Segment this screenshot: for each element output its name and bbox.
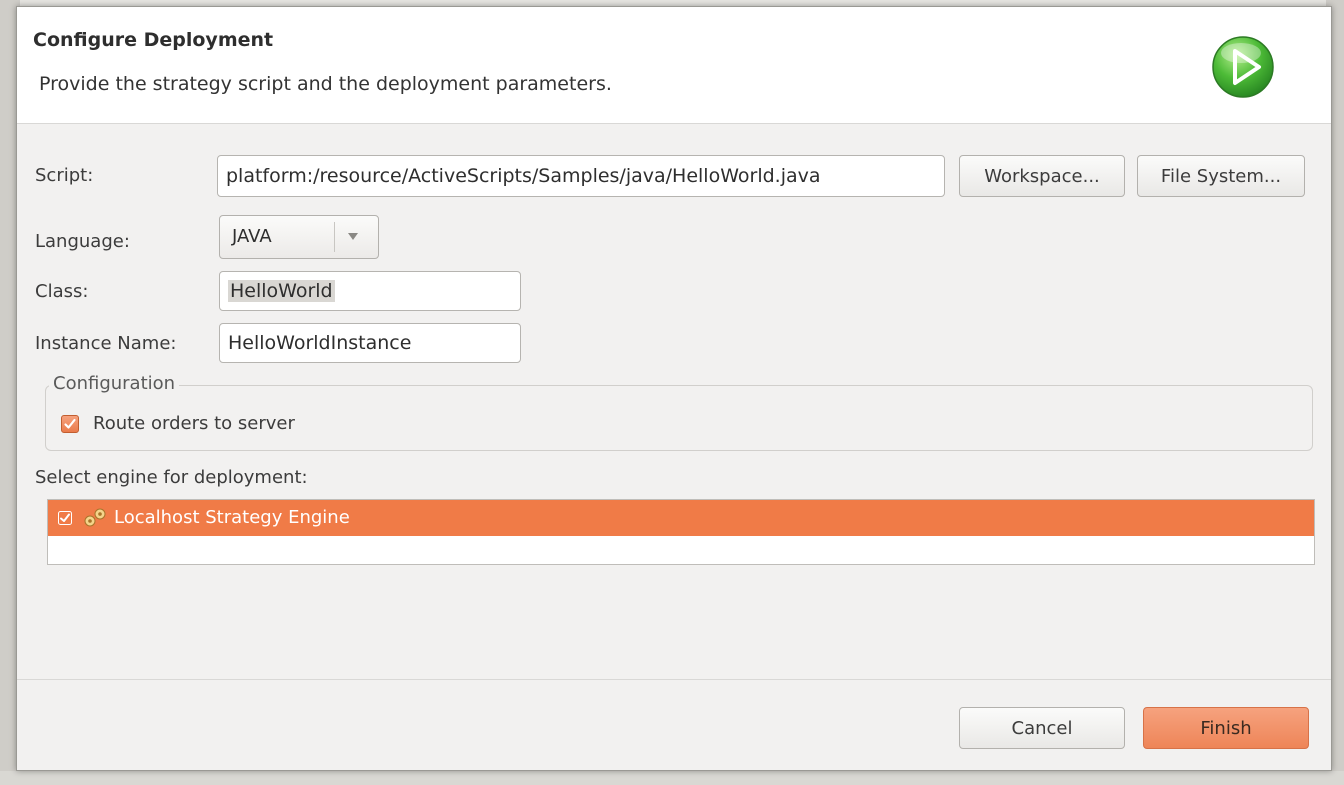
class-value: HelloWorld (228, 280, 335, 302)
dialog-header: Configure Deployment Provide the strateg… (17, 7, 1331, 124)
instance-name-label: Instance Name: (35, 333, 177, 354)
dialog-title: Configure Deployment (33, 29, 274, 51)
chevron-down-icon (348, 233, 358, 240)
list-item[interactable]: Localhost Strategy Engine (48, 500, 1314, 536)
play-icon (1212, 36, 1274, 98)
footer-separator (17, 679, 1331, 680)
dialog-description: Provide the strategy script and the depl… (39, 73, 612, 95)
workspace-button[interactable]: Workspace... (959, 155, 1125, 197)
engine-list[interactable]: Localhost Strategy Engine (47, 499, 1315, 565)
script-label: Script: (35, 165, 94, 186)
configuration-group-title: Configuration (49, 373, 180, 394)
engine-select-label: Select engine for deployment: (35, 467, 308, 488)
script-value: platform:/resource/ActiveScripts/Samples… (226, 165, 821, 187)
language-value: JAVA (232, 226, 272, 247)
language-label: Language: (35, 231, 130, 252)
file-system-button[interactable]: File System... (1137, 155, 1305, 197)
language-select[interactable]: JAVA (219, 215, 379, 259)
instance-name-field[interactable]: HelloWorldInstance (219, 323, 521, 363)
background-window-bottom (0, 771, 1344, 785)
engine-item-label: Localhost Strategy Engine (114, 507, 350, 528)
gears-icon (84, 508, 106, 527)
configure-deployment-dialog: Configure Deployment Provide the strateg… (16, 6, 1332, 771)
cancel-button[interactable]: Cancel (959, 707, 1125, 749)
class-label: Class: (35, 281, 89, 302)
check-icon[interactable] (58, 511, 72, 525)
instance-name-value: HelloWorldInstance (228, 332, 412, 354)
finish-button[interactable]: Finish (1143, 707, 1309, 749)
route-orders-label[interactable]: Route orders to server (93, 413, 295, 434)
route-orders-checkbox[interactable] (61, 415, 79, 433)
class-field[interactable]: HelloWorld (219, 271, 521, 311)
check-icon (64, 418, 76, 429)
script-field[interactable]: platform:/resource/ActiveScripts/Samples… (217, 155, 945, 197)
combo-separator (334, 222, 335, 252)
